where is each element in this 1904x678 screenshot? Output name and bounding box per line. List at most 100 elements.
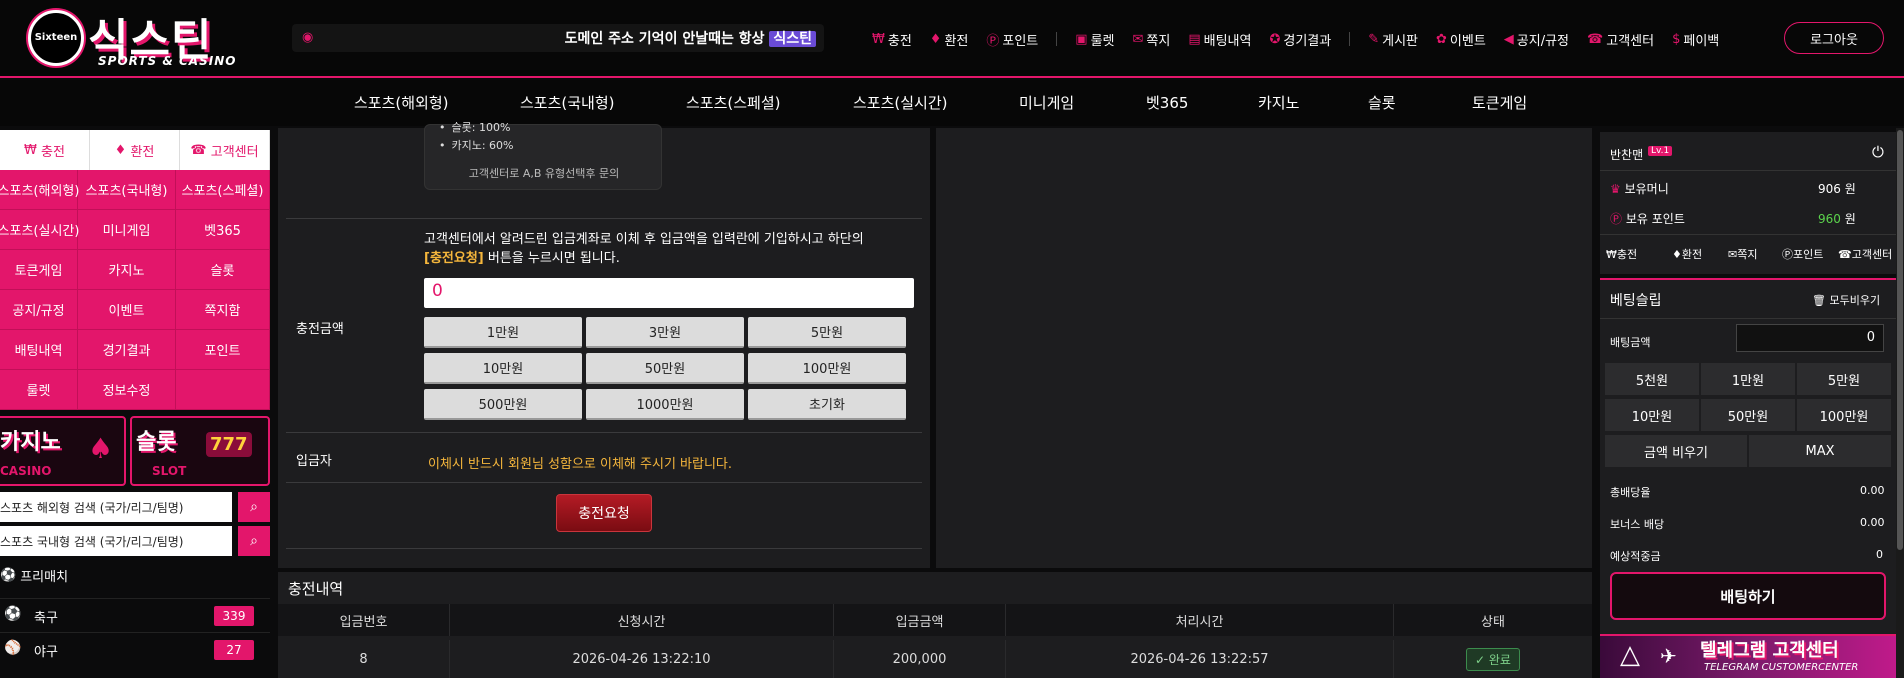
sidebar-item-minigame[interactable]: 미니게임 [78, 210, 176, 250]
casino-banner[interactable]: 카지노 CASINO ♠ [0, 416, 126, 486]
sidebar-item-profile[interactable]: 정보수정 [78, 370, 176, 410]
bet-amount-input[interactable]: 0 [1736, 324, 1884, 352]
topnav-point[interactable]: Ⓟ 포인트 [986, 30, 1038, 49]
bet-5k-button[interactable]: 5천원 [1604, 362, 1700, 396]
slot-banner[interactable]: 슬롯 SLOT 777 [130, 416, 270, 486]
nav-slot[interactable]: 슬롯 [1368, 92, 1396, 113]
total-odds-label: 총배당율 [1610, 486, 1651, 499]
bet-100k-button[interactable]: 10만원 [1604, 398, 1700, 432]
game-banners: 카지노 CASINO ♠ 슬롯 SLOT 777 [0, 416, 270, 486]
logo-subtitle: SPORTS & CASINO [98, 54, 237, 68]
money-bag-icon: ♦ [929, 31, 942, 47]
nav-token-game[interactable]: 토큰게임 [1472, 92, 1527, 113]
sidebar-withdraw-tab[interactable]: ♦ 환전 [90, 130, 180, 170]
sport-item-baseball[interactable]: ⚾ 야구 27 [0, 632, 270, 664]
bonus-odds-value: 0.00 [1860, 516, 1885, 529]
logout-button[interactable]: 로그아웃 [1784, 22, 1884, 54]
coin-icon: ₩ [872, 31, 885, 47]
amount-100k-button[interactable]: 10만원 [424, 353, 582, 384]
deposit-request-button[interactable]: 충전요청 [556, 494, 652, 532]
page-scrollbar[interactable] [1896, 128, 1904, 678]
sidebar-item-sports-domestic[interactable]: 스포츠(국내형) [78, 170, 176, 210]
topnav-board[interactable]: ✎ 게시판 [1368, 30, 1418, 49]
sidebar-item-bet365[interactable]: 벳365 [176, 210, 270, 250]
topnav-results[interactable]: ✪ 경기결과 [1269, 30, 1331, 49]
bet-500k-button[interactable]: 50만원 [1700, 398, 1796, 432]
bet-1m-button[interactable]: 100만원 [1796, 398, 1892, 432]
topnav-support[interactable]: ☎ 고객센터 [1587, 30, 1654, 49]
clear-all-button[interactable]: 🗑 모두비우기 [1812, 292, 1880, 308]
search-domestic-input[interactable]: 스포츠 국내형 검색 (국가/리그/팀명) [0, 526, 232, 556]
amount-1m-button[interactable]: 100만원 [748, 353, 906, 384]
bet-50k-button[interactable]: 5만원 [1796, 362, 1892, 396]
sidebar-deposit-tab[interactable]: ₩ 충전 [0, 130, 90, 170]
nav-bet365[interactable]: 벳365 [1146, 92, 1188, 113]
sidebar-item-sports-overseas[interactable]: 스포츠(해외형) [0, 170, 79, 210]
quick-point[interactable]: Ⓟ포인트 [1782, 246, 1823, 262]
mail-icon: ✉ [1132, 31, 1144, 47]
headset-icon: ☎ [1838, 248, 1852, 261]
nav-sports-special[interactable]: 스포츠(스페셜) [686, 92, 781, 113]
topnav-bet-history[interactable]: ▤ 배팅내역 [1188, 30, 1251, 49]
topnav-messages[interactable]: ✉ 쪽지 [1132, 30, 1170, 49]
max-button[interactable]: MAX [1748, 434, 1892, 468]
sidebar-item-casino[interactable]: 카지노 [78, 250, 176, 290]
sidebar-item-sports-special[interactable]: 스포츠(스페셜) [176, 170, 270, 210]
nav-minigame[interactable]: 미니게임 [1019, 92, 1074, 113]
power-icon[interactable]: ⏻ [1872, 143, 1884, 161]
search-icon: ⌕ [250, 533, 258, 549]
telegram-banner[interactable]: △ ✈ 텔레그램 고객센터 TELEGRAM CUSTOMERCENTER [1600, 634, 1896, 678]
nav-sports-live[interactable]: 스포츠(실시간) [853, 92, 948, 113]
quick-messages[interactable]: ✉쪽지 [1728, 246, 1757, 262]
topnav-event[interactable]: ✿ 이벤트 [1436, 30, 1486, 49]
sidebar-item-messages[interactable]: 쪽지함 [176, 290, 270, 330]
expected-win-value: 0 [1876, 548, 1883, 561]
depositor-label: 입금자 [296, 454, 332, 469]
topnav-payback[interactable]: $ 페이백 [1672, 30, 1719, 49]
topnav-roulette[interactable]: ▣ 룰렛 [1075, 30, 1114, 49]
sidebar-item-results[interactable]: 경기결과 [78, 330, 176, 370]
search-overseas-input[interactable]: 스포츠 해외형 검색 (국가/리그/팀명) [0, 492, 232, 522]
bet-10k-button[interactable]: 1만원 [1700, 362, 1796, 396]
scrollbar-thumb[interactable] [1897, 130, 1903, 550]
sidebar-item-notice[interactable]: 공지/규정 [0, 290, 78, 330]
quick-deposit[interactable]: ₩충전 [1606, 246, 1637, 262]
sidebar-item-roulette[interactable]: 룰렛 [0, 370, 78, 410]
topnav-deposit[interactable]: ₩ 충전 [872, 30, 912, 49]
nav-sports-domestic[interactable]: 스포츠(국내형) [520, 92, 615, 113]
amount-input[interactable]: 0 [424, 278, 914, 308]
sidebar-support-tab[interactable]: ☎ 고객센터 [180, 130, 270, 170]
search-overseas-button[interactable]: ⌕ [238, 492, 270, 522]
amount-500k-button[interactable]: 50만원 [586, 353, 744, 384]
sidebar-item-sports-live[interactable]: 스포츠(실시간) [0, 210, 79, 250]
sport-item-soccer[interactable]: ⚽ 축구 339 [0, 598, 270, 630]
amount-reset-button[interactable]: 초기화 [748, 389, 906, 420]
amount-30k-button[interactable]: 3만원 [586, 317, 744, 348]
sidebar-item-event[interactable]: 이벤트 [78, 290, 176, 330]
topnav-notice[interactable]: ◀ 공지/규정 [1504, 30, 1569, 49]
telegram-subtitle: TELEGRAM CUSTOMERCENTER [1704, 662, 1859, 673]
empty-panel [936, 128, 1592, 568]
payback-icon: $ [1672, 31, 1681, 47]
roulette-icon: ▣ [1075, 31, 1088, 47]
site-logo[interactable]: Sixteen 식스틴 SPORTS & CASINO [28, 8, 248, 70]
sidebar-item-bet-history[interactable]: 배팅내역 [0, 330, 78, 370]
amount-10m-button[interactable]: 1000만원 [586, 389, 744, 420]
sidebar-item-point[interactable]: 포인트 [176, 330, 270, 370]
amount-5m-button[interactable]: 500만원 [424, 389, 582, 420]
quick-withdraw[interactable]: ♦환전 [1672, 246, 1702, 262]
amount-10k-button[interactable]: 1만원 [424, 317, 582, 348]
header: Sixteen 식스틴 SPORTS & CASINO ◉ 도메인 주소 기억이… [0, 0, 1904, 78]
nav-sports-overseas[interactable]: 스포츠(해외형) [354, 92, 449, 113]
playing-card-icon: ♠ [88, 432, 114, 465]
place-bet-button[interactable]: 배팅하기 [1610, 572, 1886, 620]
clear-amount-button[interactable]: 금액 비우기 [1604, 434, 1748, 468]
amount-50k-button[interactable]: 5만원 [748, 317, 906, 348]
sidebar-item-token-game[interactable]: 토큰게임 [0, 250, 78, 290]
search-domestic-button[interactable]: ⌕ [238, 526, 270, 556]
quick-support[interactable]: ☎고객센터 [1838, 246, 1892, 262]
topnav-withdraw[interactable]: ♦ 환전 [930, 30, 969, 49]
point-label: 보유 포인트 [1625, 212, 1685, 226]
sidebar-item-slot[interactable]: 슬롯 [176, 250, 270, 290]
nav-casino[interactable]: 카지노 [1258, 92, 1299, 113]
